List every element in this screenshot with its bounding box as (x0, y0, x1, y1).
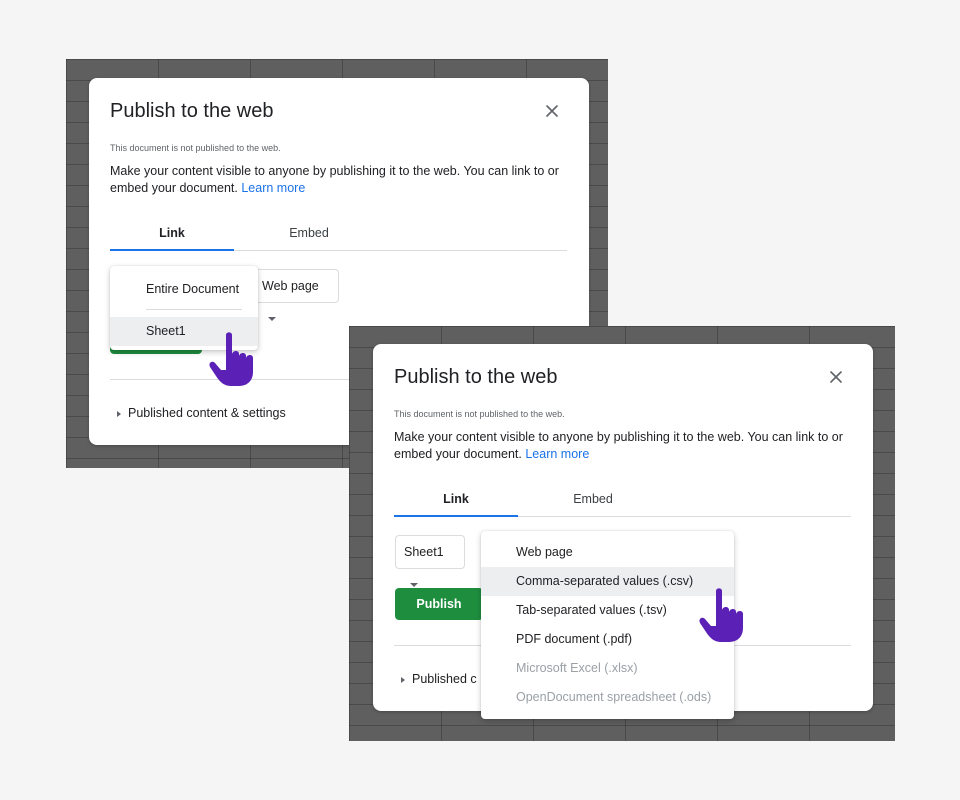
dropdown-caret-icon (268, 316, 276, 321)
format-select[interactable]: Web page (253, 269, 339, 321)
publish-status-text: This document is not published to the we… (394, 409, 565, 419)
menu-item-label: Comma-separated values (.csv) (516, 574, 694, 588)
menu-item-label: Entire Document (146, 282, 240, 296)
format-select-value: Web page (262, 279, 319, 293)
tab-link[interactable]: Link (110, 225, 234, 251)
tab-link[interactable]: Link (394, 491, 518, 517)
menu-item-entire-document[interactable]: Entire Document (110, 275, 258, 303)
expand-triangle-icon (401, 676, 405, 683)
dropdown-caret-icon (410, 582, 418, 587)
publish-status-text: This document is not published to the we… (110, 143, 281, 153)
published-settings-label: Published content & settings (128, 406, 286, 420)
publish-button-label: Publish (416, 597, 462, 611)
menu-item-xlsx: Microsoft Excel (.xlsx) (481, 654, 734, 683)
dialog-title: Publish to the web (110, 100, 274, 122)
description-text: Make your content visible to anyone by p… (110, 164, 559, 195)
description-text: Make your content visible to anyone by p… (394, 430, 843, 461)
publish-tabs: Link Embed (110, 225, 567, 251)
publish-button[interactable]: Publish (395, 588, 483, 620)
learn-more-link[interactable]: Learn more (525, 447, 589, 461)
expand-triangle-icon (117, 410, 121, 417)
menu-item-ods: OpenDocument spreadsheet (.ods) (481, 683, 734, 712)
menu-item-label: Web page (516, 545, 573, 559)
sheet-select[interactable]: Sheet1 (395, 535, 465, 587)
published-settings-toggle[interactable]: Published c (401, 672, 477, 686)
menu-item-label: Tab-separated values (.tsv) (516, 603, 667, 617)
menu-item-label: PDF document (.pdf) (516, 632, 633, 646)
pointing-hand-cursor-icon (699, 588, 743, 642)
menu-item-label: Microsoft Excel (.xlsx) (516, 661, 638, 675)
dialog-description: Make your content visible to anyone by p… (110, 163, 570, 197)
tab-embed[interactable]: Embed (530, 491, 656, 516)
published-settings-toggle[interactable]: Published content & settings (117, 406, 286, 420)
pointing-hand-cursor-icon (209, 332, 253, 386)
sheet-select-value: Sheet1 (404, 545, 444, 559)
close-icon[interactable] (827, 368, 845, 386)
tab-embed[interactable]: Embed (246, 225, 372, 250)
publish-tabs: Link Embed (394, 491, 851, 517)
dialog-description: Make your content visible to anyone by p… (394, 429, 854, 463)
close-icon[interactable] (543, 102, 561, 120)
menu-item-label: Sheet1 (146, 324, 186, 338)
dialog-title: Publish to the web (394, 366, 558, 388)
learn-more-link[interactable]: Learn more (241, 181, 305, 195)
menu-item-web-page[interactable]: Web page (481, 538, 734, 567)
menu-divider (146, 309, 242, 310)
menu-item-label: OpenDocument spreadsheet (.ods) (516, 690, 712, 704)
published-settings-label: Published c (412, 672, 477, 686)
